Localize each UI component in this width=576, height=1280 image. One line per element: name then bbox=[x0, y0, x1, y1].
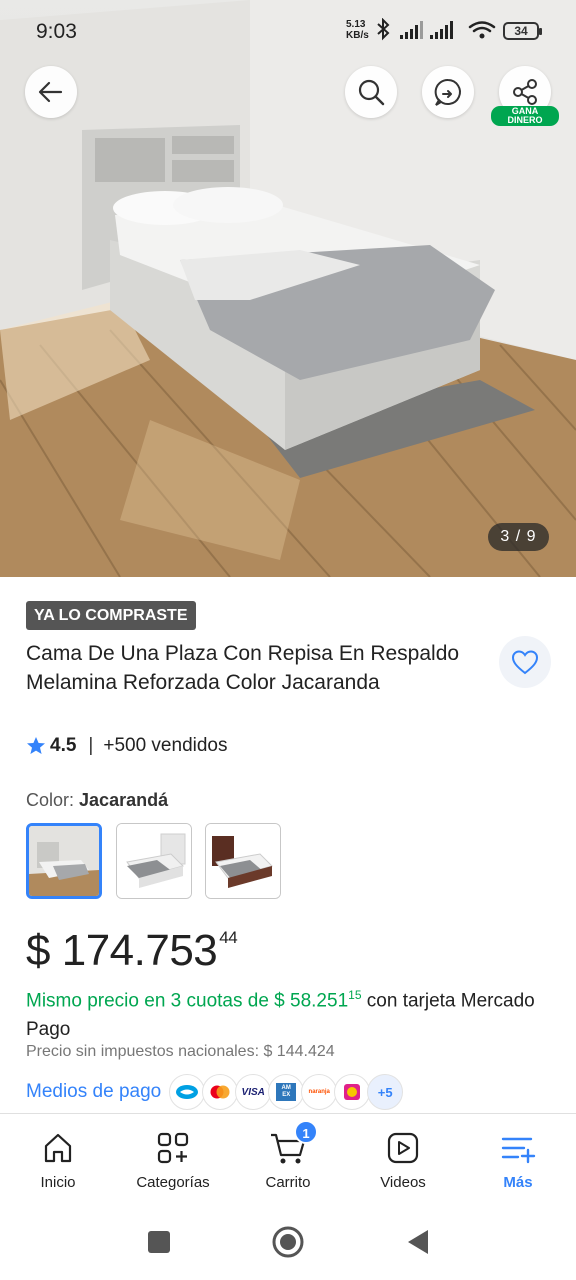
color-swatch-walnut[interactable] bbox=[205, 823, 281, 899]
mercadopago-icon bbox=[169, 1074, 206, 1110]
favorite-button[interactable] bbox=[499, 636, 551, 688]
home-icon bbox=[44, 1133, 72, 1163]
nav-cart-label: Carrito bbox=[265, 1174, 311, 1191]
bluetooth-icon bbox=[377, 18, 390, 41]
swatch-image bbox=[117, 824, 191, 898]
rating-value: 4.5 bbox=[50, 735, 77, 756]
earn-money-badge[interactable]: GANA DINERO bbox=[491, 106, 559, 126]
amex-icon: AM EX bbox=[268, 1074, 305, 1110]
installments-offer: Mismo precio en 3 cuotas de $ 58.251 bbox=[26, 990, 349, 1012]
system-navigation-bar bbox=[0, 1202, 576, 1280]
battery-indicator: 34 bbox=[503, 22, 542, 40]
price-currency: $ bbox=[26, 926, 50, 975]
back-triangle-icon bbox=[408, 1230, 428, 1254]
arrow-left-icon bbox=[38, 81, 63, 103]
network-speed: 5.13 KB/s bbox=[346, 19, 369, 41]
cart-count-badge: 1 bbox=[294, 1120, 318, 1144]
mastercard-icon bbox=[202, 1074, 239, 1110]
payment-methods-row[interactable]: Medios de pago VISA AM EX naranja +5 bbox=[26, 1074, 404, 1110]
recents-icon bbox=[148, 1231, 170, 1253]
status-icons bbox=[377, 18, 496, 41]
home-circle-icon bbox=[272, 1226, 304, 1258]
search-button[interactable] bbox=[345, 66, 397, 118]
visa-icon: VISA bbox=[235, 1074, 272, 1110]
color-value: Jacarandá bbox=[79, 790, 169, 810]
share-icon bbox=[513, 79, 537, 105]
status-bar: 9:03 5.13 KB/s 34 bbox=[0, 0, 576, 62]
rating-row[interactable]: 4.5 | +500 vendidos bbox=[26, 733, 228, 759]
nav-videos[interactable]: Videos bbox=[348, 1128, 458, 1191]
color-selector-label: Color: Jacarandá bbox=[26, 790, 168, 811]
payment-methods-link[interactable]: Medios de pago bbox=[26, 1081, 161, 1103]
wifi-icon bbox=[468, 21, 496, 33]
nav-home[interactable]: Inicio bbox=[3, 1128, 113, 1191]
network-speed-unit: KB/s bbox=[346, 30, 369, 41]
cabal-icon bbox=[334, 1074, 371, 1110]
product-image-gallery[interactable]: 9:03 5.13 KB/s 34 GANA DINERO 3 / 9 bbox=[0, 0, 576, 577]
nav-home-label: Inicio bbox=[40, 1174, 76, 1191]
whatsapp-share-button[interactable] bbox=[422, 66, 474, 118]
rating-separator: | bbox=[88, 735, 94, 756]
network-speed-value: 5.13 bbox=[346, 19, 366, 30]
search-icon bbox=[358, 79, 385, 106]
swatch-image bbox=[29, 826, 99, 896]
system-nav-icons bbox=[148, 1226, 428, 1258]
nav-more[interactable]: Más bbox=[463, 1128, 573, 1191]
price-without-taxes: Precio sin impuestos nacionales: $ 144.4… bbox=[26, 1043, 335, 1060]
product-photo[interactable] bbox=[0, 0, 576, 577]
price-cents: 44 bbox=[219, 928, 238, 947]
nav-categories[interactable]: Categorías bbox=[118, 1128, 228, 1191]
color-label: Color: bbox=[26, 790, 75, 810]
nav-more-label: Más bbox=[503, 1174, 533, 1191]
star-icon bbox=[27, 737, 45, 754]
sold-count: +500 vendidos bbox=[103, 735, 228, 756]
nav-categories-label: Categorías bbox=[136, 1174, 210, 1191]
swatch-image bbox=[206, 824, 280, 898]
nav-videos-label: Videos bbox=[380, 1174, 426, 1191]
nav-cart[interactable]: 1 Carrito bbox=[233, 1120, 343, 1191]
naranja-icon: naranja bbox=[301, 1074, 338, 1110]
back-button[interactable] bbox=[25, 66, 77, 118]
color-swatch-white[interactable] bbox=[116, 823, 192, 899]
whatsapp-icon bbox=[434, 78, 461, 106]
signal-2-icon bbox=[430, 21, 453, 39]
earn-badge-line2: DINERO bbox=[507, 115, 543, 125]
product-title: Cama De Una Plaza Con Repisa En Respaldo… bbox=[26, 642, 460, 694]
signal-icon bbox=[400, 21, 423, 39]
videos-icon bbox=[387, 1132, 419, 1164]
image-counter: 3 / 9 bbox=[488, 523, 549, 551]
categories-icon bbox=[157, 1132, 189, 1164]
more-payment-methods[interactable]: +5 bbox=[367, 1074, 404, 1110]
installments-info: Mismo precio en 3 cuotas de $ 58.25115 c… bbox=[26, 981, 556, 1044]
product-price: $ 174.753 44 bbox=[26, 925, 238, 986]
status-time: 9:03 bbox=[36, 20, 77, 43]
installments-cents: 15 bbox=[348, 988, 362, 1002]
bottom-navigation: Inicio Categorías 1 Carrito Videos Más bbox=[0, 1114, 576, 1202]
price-amount: 174.753 bbox=[61, 926, 218, 975]
purchased-badge: YA LO COMPRASTE bbox=[26, 601, 196, 630]
menu-plus-icon bbox=[501, 1137, 536, 1164]
heart-icon bbox=[511, 650, 539, 675]
color-swatch-jacaranda[interactable] bbox=[26, 823, 102, 899]
